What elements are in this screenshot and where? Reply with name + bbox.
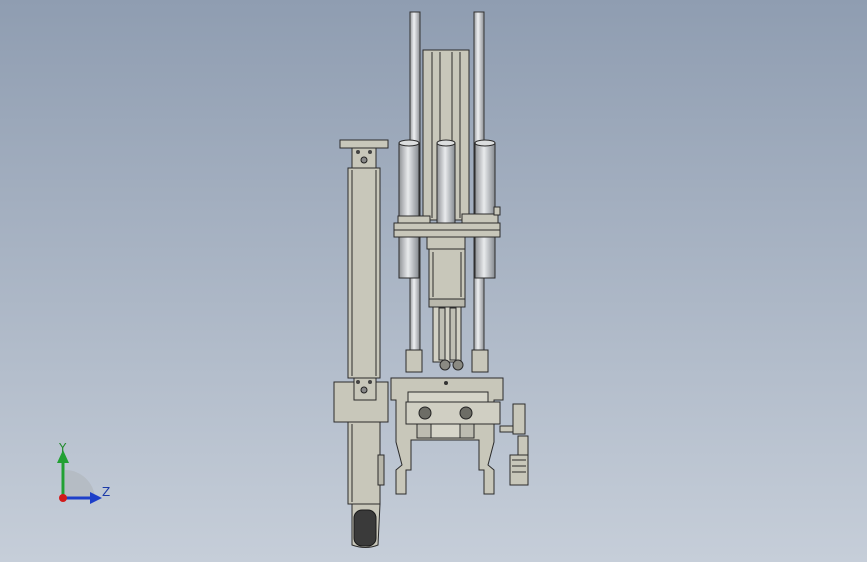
gripper-assembly-model[interactable] xyxy=(0,0,867,562)
vertical-arm xyxy=(333,139,389,548)
sensor-bracket xyxy=(499,403,529,486)
cylinder-left xyxy=(398,139,420,279)
y-axis-label: Y xyxy=(59,441,67,455)
slide-block xyxy=(428,248,466,371)
axis-triad xyxy=(57,450,102,504)
z-axis-label: Z xyxy=(102,485,111,499)
cylinder-right xyxy=(474,139,496,279)
x-axis-origin xyxy=(59,494,67,502)
cad-viewport[interactable]: Y Z xyxy=(0,0,867,562)
gripper-body xyxy=(390,377,504,495)
z-axis-arrow xyxy=(90,492,102,504)
